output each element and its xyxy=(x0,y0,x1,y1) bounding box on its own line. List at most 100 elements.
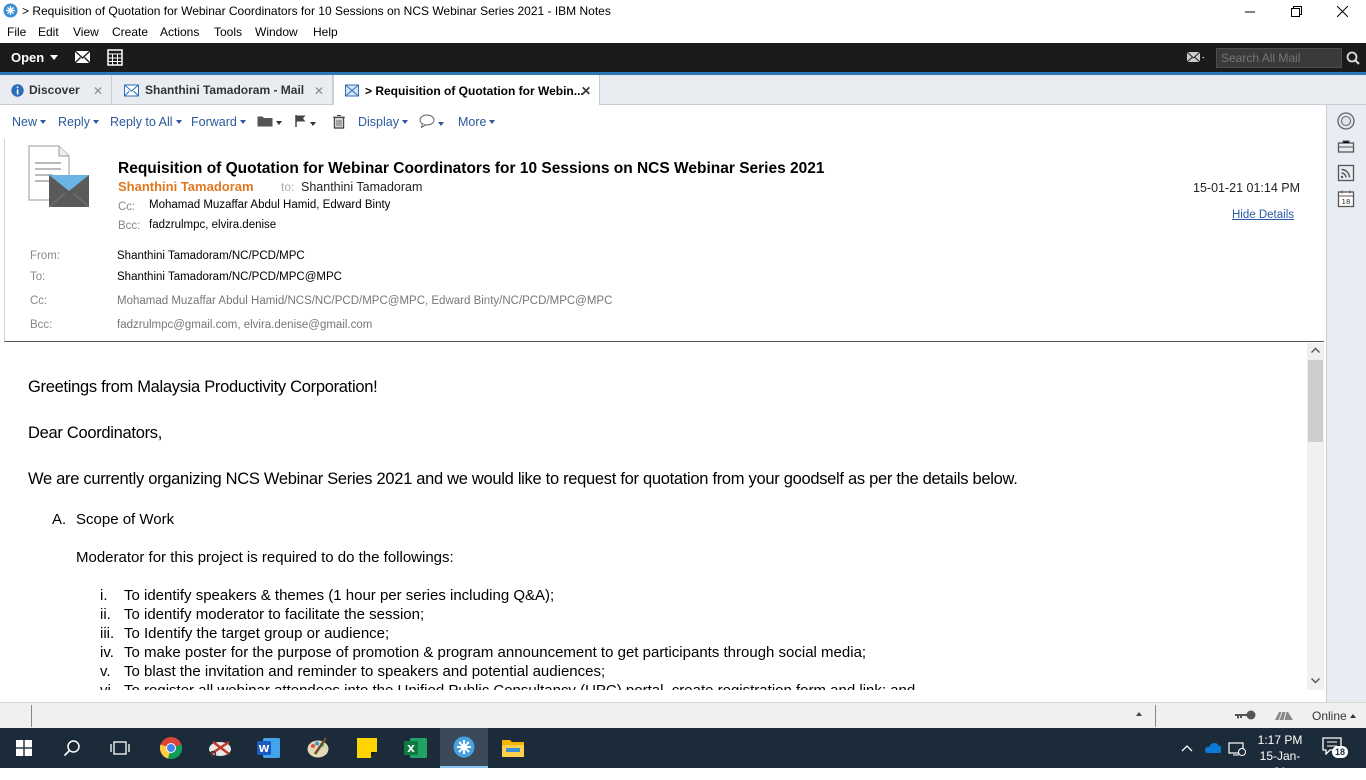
minimize-button[interactable] xyxy=(1227,0,1273,23)
bcc-label: Bcc: xyxy=(118,220,141,232)
bcc-detail-value: fadzrulmpc@gmail.com, elvira.denise@gmai… xyxy=(117,319,373,331)
action-bar: New Reply Reply to All Forward Display M… xyxy=(0,105,1324,139)
close-tab-icon[interactable]: ✕ xyxy=(314,84,324,98)
snipping-tool-icon xyxy=(209,741,231,758)
scroll-down-icon[interactable] xyxy=(1311,678,1320,684)
menu-help[interactable]: Help xyxy=(313,25,338,39)
bcc-detail-label: Bcc: xyxy=(30,319,53,331)
list-item: To identify moderator to facilitate the … xyxy=(124,606,425,623)
menu-view[interactable]: View xyxy=(73,25,99,39)
bcc-recipients[interactable]: fadzrulmpc, elvira.denise xyxy=(149,219,276,231)
tab-mail[interactable]: Shanthini Tamadoram - Mail ✕ xyxy=(112,75,333,105)
sticky-notes-taskbar-app[interactable] xyxy=(343,728,391,768)
more-button[interactable]: More xyxy=(458,115,496,129)
scroll-thumb[interactable] xyxy=(1308,360,1323,442)
main-toolbar: Open xyxy=(0,43,1366,72)
menu-bar: File Edit View Create Actions Tools Wind… xyxy=(0,23,1366,43)
menu-tools[interactable]: Tools xyxy=(214,25,242,39)
follow-up-button[interactable] xyxy=(294,114,316,131)
sidebar-panel: 18 xyxy=(1326,105,1366,702)
online-status[interactable]: Online xyxy=(1312,709,1357,723)
search-input[interactable] xyxy=(1216,48,1342,68)
body-greeting: Greetings from Malaysia Productivity Cor… xyxy=(28,378,378,396)
chrome-taskbar-app[interactable] xyxy=(147,728,195,768)
word-icon: W xyxy=(257,738,280,758)
svg-text:18: 18 xyxy=(1342,198,1351,206)
word-taskbar-app[interactable]: W xyxy=(245,728,293,768)
search-icon[interactable] xyxy=(1344,49,1364,68)
svg-text:X: X xyxy=(407,744,415,755)
list-item: To identify speakers & themes (1 hour pe… xyxy=(124,587,555,604)
body-intro: We are currently organizing NCS Webinar … xyxy=(28,470,1018,488)
cc-recipients[interactable]: Mohamad Muzaffar Abdul Hamid, Edward Bin… xyxy=(149,199,390,211)
scroll-up-icon[interactable] xyxy=(1311,347,1320,353)
status-bar: Online xyxy=(0,702,1366,728)
section-title: Scope of Work xyxy=(76,511,175,528)
body-scrollbar[interactable] xyxy=(1307,343,1324,690)
close-tab-icon[interactable]: ✕ xyxy=(581,84,591,98)
notification-center-button[interactable]: 18 xyxy=(1322,737,1349,759)
ibm-notes-taskbar-app[interactable] xyxy=(440,728,488,768)
calendar-day-icon[interactable]: 18 xyxy=(1336,189,1356,209)
reply-button[interactable]: Reply xyxy=(58,115,99,129)
task-view-button[interactable] xyxy=(96,728,144,768)
recipient-name[interactable]: Shanthini Tamadoram xyxy=(301,180,422,194)
list-item-number: vi. xyxy=(100,682,115,690)
start-button[interactable] xyxy=(0,728,48,768)
section-letter: A. xyxy=(52,511,67,528)
open-button[interactable]: Open xyxy=(4,47,62,69)
list-item: To blast the invitation and reminder to … xyxy=(124,663,606,680)
windows-taskbar: W X 1:17 PM 15-Jan-21 18 xyxy=(0,728,1366,779)
chrome-icon xyxy=(159,737,183,760)
excel-taskbar-app[interactable]: X xyxy=(392,728,440,768)
chat-button[interactable] xyxy=(419,114,444,131)
message-document-icon xyxy=(28,145,90,208)
clock-time: 1:17 PM xyxy=(1257,733,1303,747)
network-icon[interactable] xyxy=(1228,739,1246,757)
ibm-notes-icon xyxy=(453,736,475,758)
close-tab-icon[interactable]: ✕ xyxy=(93,84,103,98)
to-detail-label: To: xyxy=(30,271,46,283)
menu-create[interactable]: Create xyxy=(112,25,148,39)
reply-to-all-button[interactable]: Reply to All xyxy=(110,115,182,129)
menu-actions[interactable]: Actions xyxy=(160,25,199,39)
taskbar-clock[interactable]: 1:17 PM 15-Jan-21 xyxy=(1254,732,1306,780)
delete-button[interactable] xyxy=(332,114,346,132)
mail-icon[interactable] xyxy=(73,48,93,67)
maximize-button[interactable] xyxy=(1273,0,1319,23)
onedrive-icon[interactable] xyxy=(1203,742,1221,754)
window-title: > Requisition of Quotation for Webinar C… xyxy=(22,4,611,18)
tray-chevron-up-icon[interactable] xyxy=(1181,744,1193,752)
message-body[interactable]: Greetings from Malaysia Productivity Cor… xyxy=(4,343,1307,690)
location-icon[interactable] xyxy=(1273,708,1295,722)
new-button[interactable]: New xyxy=(12,115,47,129)
sametime-icon[interactable] xyxy=(1336,111,1356,131)
menu-window[interactable]: Window xyxy=(255,25,298,39)
feeds-icon[interactable] xyxy=(1336,163,1356,183)
mail-scope-icon[interactable] xyxy=(1186,49,1206,68)
search-icon xyxy=(63,740,80,757)
hide-details-link[interactable]: Hide Details xyxy=(1232,209,1294,221)
tab-current-message[interactable]: > Requisition of Quotation for Webin... … xyxy=(333,75,600,106)
file-explorer-taskbar-app[interactable] xyxy=(489,728,537,768)
tab-discover[interactable]: Discover ✕ xyxy=(0,75,112,105)
info-icon xyxy=(11,83,24,97)
close-button[interactable] xyxy=(1319,0,1365,23)
menu-edit[interactable]: Edit xyxy=(38,25,59,39)
snipping-taskbar-app[interactable] xyxy=(196,728,244,768)
from-detail-label: From: xyxy=(30,250,61,262)
sender-name[interactable]: Shanthini Tamadoram xyxy=(118,179,254,194)
list-item: To Identify the target group or audience… xyxy=(124,625,390,642)
activities-icon[interactable] xyxy=(1336,137,1356,157)
display-button[interactable]: Display xyxy=(358,115,408,129)
list-item-number: iv. xyxy=(100,644,114,661)
forward-button[interactable]: Forward xyxy=(191,115,246,129)
key-icon[interactable] xyxy=(1234,709,1256,721)
status-expand-icon[interactable] xyxy=(1136,712,1142,716)
folder-button[interactable] xyxy=(257,114,282,130)
menu-file[interactable]: File xyxy=(7,25,26,39)
message-header: Requisition of Quotation for Webinar Coo… xyxy=(4,139,1324,342)
paint-taskbar-app[interactable] xyxy=(294,728,342,768)
taskbar-search-button[interactable] xyxy=(48,728,96,768)
calendar-icon[interactable] xyxy=(105,48,125,67)
